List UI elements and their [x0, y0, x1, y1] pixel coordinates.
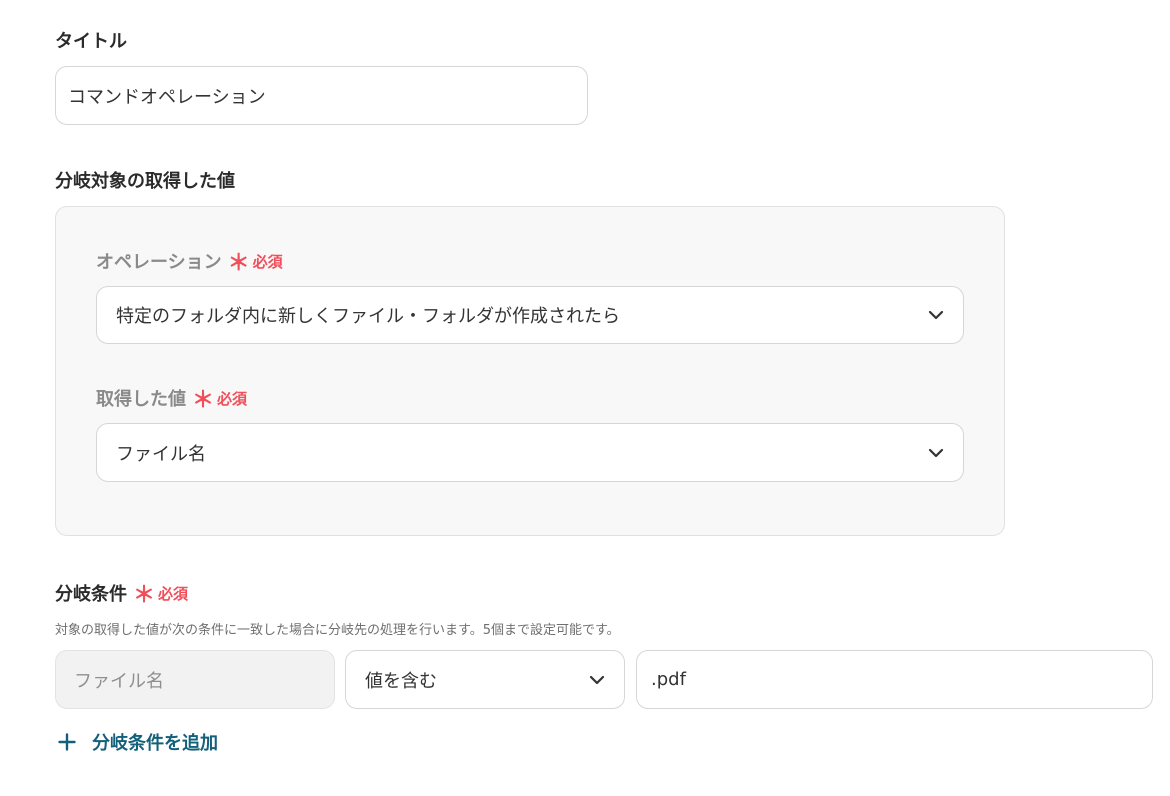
branch-condition-description: 対象の取得した値が次の条件に一致した場合に分岐先の処理を行います。5個まで設定可… [55, 623, 620, 638]
required-asterisk-icon: ＊ [133, 583, 156, 608]
add-condition-button[interactable]: 分岐条件を追加 [58, 729, 218, 755]
branch-condition-label: 分岐条件 ＊ 必須 [55, 580, 189, 608]
chevron-down-icon [927, 444, 945, 462]
condition-field-value: ファイル名 [74, 670, 164, 692]
condition-value-input[interactable] [636, 650, 1153, 709]
operation-select-value: 特定のフォルダ内に新しくファイル・フォルダが作成されたら [116, 306, 620, 327]
branch-target-label: 分岐対象の取得した値 [55, 168, 235, 192]
required-badge: ＊ 必須 [133, 582, 189, 608]
acquired-value-select[interactable]: ファイル名 [96, 423, 964, 482]
required-text: 必須 [252, 252, 283, 271]
title-label-text: タイトル [55, 31, 127, 52]
branch-condition-label-text: 分岐条件 [55, 584, 127, 605]
required-text: 必須 [217, 389, 248, 408]
chevron-down-icon [927, 306, 945, 324]
operation-label-text: オペレーション [96, 252, 222, 273]
required-badge: ＊ 必須 [227, 250, 283, 276]
plus-icon [58, 733, 76, 751]
condition-operator-select[interactable]: 値を含む [345, 650, 625, 709]
operation-select[interactable]: 特定のフォルダ内に新しくファイル・フォルダが作成されたら [96, 286, 964, 344]
condition-field-readonly: ファイル名 [55, 650, 335, 709]
acquired-value-label-text: 取得した値 [96, 389, 186, 410]
operation-label: オペレーション ＊ 必須 [96, 248, 283, 276]
condition-operator-value: 値を含む [365, 670, 437, 692]
acquired-value-label: 取得した値 ＊ 必須 [96, 385, 248, 413]
add-condition-label: 分岐条件を追加 [92, 733, 218, 754]
required-badge: ＊ 必須 [192, 387, 248, 413]
acquired-value-select-value: ファイル名 [116, 443, 206, 465]
required-text: 必須 [158, 584, 189, 603]
required-asterisk-icon: ＊ [227, 251, 250, 276]
required-asterisk-icon: ＊ [192, 388, 215, 413]
chevron-down-icon [588, 671, 606, 689]
title-input[interactable] [55, 66, 588, 125]
branch-target-label-text: 分岐対象の取得した値 [55, 171, 235, 192]
title-label: タイトル [55, 28, 127, 52]
